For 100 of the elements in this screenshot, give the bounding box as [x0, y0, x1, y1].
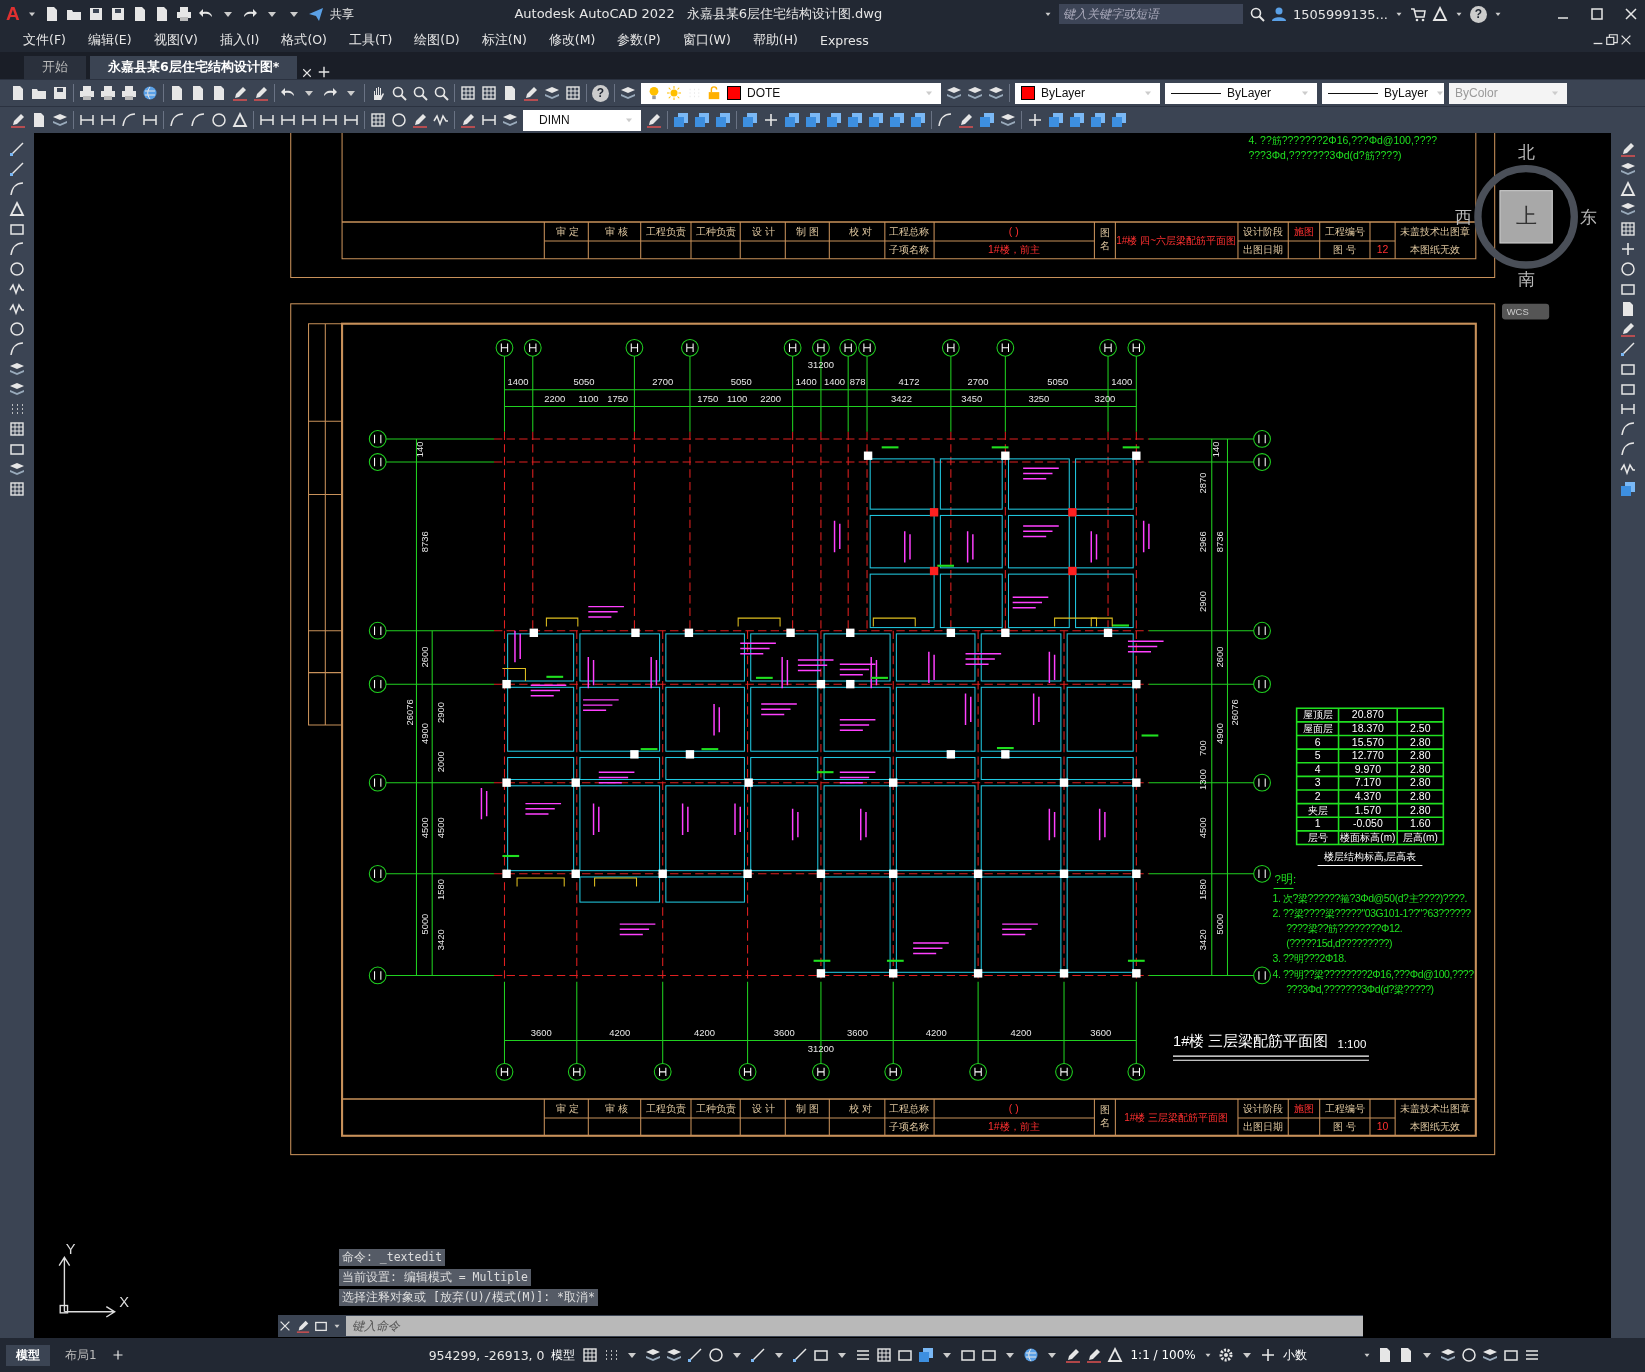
dimension-icon[interactable]	[343, 112, 359, 128]
layers-icon[interactable]	[52, 112, 68, 128]
line-icon[interactable]	[750, 1347, 767, 1363]
line-icon[interactable]	[9, 161, 25, 177]
pencil-icon[interactable]	[232, 85, 248, 101]
layers-icon[interactable]	[645, 1347, 662, 1363]
gear-icon[interactable]	[1217, 1347, 1234, 1363]
cube-icon[interactable]	[805, 112, 821, 128]
line-icon[interactable]	[1620, 341, 1636, 357]
linetype-dropdown[interactable]: ByLayer	[1165, 82, 1317, 104]
printer-icon[interactable]	[79, 85, 95, 101]
pencil-icon[interactable]	[646, 112, 662, 128]
rectangle-icon[interactable]	[1620, 361, 1636, 377]
layers-icon[interactable]	[9, 381, 25, 397]
rectangle-icon[interactable]	[9, 221, 25, 237]
menu-item[interactable]: 窗口(W)	[671, 31, 742, 49]
cart-icon[interactable]	[1410, 6, 1426, 22]
dimension-icon[interactable]	[301, 112, 317, 128]
menu-item[interactable]: 插入(I)	[208, 31, 271, 49]
grid-icon[interactable]	[582, 1347, 599, 1363]
grid-icon[interactable]	[565, 85, 581, 101]
arc-icon[interactable]	[9, 341, 25, 357]
cube-icon[interactable]	[784, 112, 800, 128]
wave-icon[interactable]	[1620, 461, 1636, 477]
pencil-icon[interactable]	[1086, 1347, 1103, 1363]
layers-icon[interactable]	[544, 85, 560, 101]
layers-icon[interactable]	[620, 85, 636, 101]
menu-item[interactable]: 文件(F)	[12, 31, 77, 49]
menu-item[interactable]: 绘图(D)	[403, 31, 471, 49]
rectangle-icon[interactable]	[813, 1347, 830, 1363]
document-tab[interactable]: 开始	[24, 56, 86, 79]
help-button[interactable]: ?	[592, 84, 609, 102]
maximize-icon[interactable]	[1589, 6, 1605, 22]
cube-icon[interactable]	[889, 112, 905, 128]
magnifier-icon[interactable]	[1248, 6, 1265, 22]
plus-icon[interactable]	[1259, 1347, 1276, 1363]
rectangle-icon[interactable]	[1620, 381, 1636, 397]
cube-icon[interactable]	[979, 112, 995, 128]
close-icon[interactable]	[1619, 33, 1633, 47]
dimension-icon[interactable]	[1620, 401, 1636, 417]
circle-icon[interactable]	[1460, 1347, 1477, 1363]
dimension-style-dropdown[interactable]: DIMN	[523, 109, 641, 131]
pencil-icon[interactable]	[1620, 321, 1636, 337]
plus-icon[interactable]	[1027, 112, 1043, 128]
cube-icon[interactable]	[1048, 112, 1064, 128]
pencil-icon[interactable]	[1620, 141, 1636, 157]
line-icon[interactable]	[9, 141, 25, 157]
cube-icon[interactable]	[918, 1347, 935, 1363]
dimension-icon[interactable]	[322, 112, 338, 128]
plus-icon[interactable]	[317, 65, 332, 79]
grid-icon[interactable]	[370, 112, 386, 128]
pencil-icon[interactable]	[460, 112, 476, 128]
menu-item[interactable]: 标注(N)	[470, 31, 538, 49]
plus-icon[interactable]	[111, 1349, 124, 1361]
document-icon[interactable]	[31, 112, 47, 128]
circle-icon[interactable]	[211, 112, 227, 128]
paper-plane-icon[interactable]	[307, 6, 324, 22]
triangle-icon[interactable]	[1107, 1347, 1124, 1363]
grid-icon[interactable]	[481, 85, 497, 101]
pencil-icon[interactable]	[10, 112, 26, 128]
document-tab[interactable]: 永嘉县某6层住宅结构设计图*	[90, 56, 298, 79]
layers-icon[interactable]	[9, 361, 25, 377]
arc-icon[interactable]	[121, 112, 137, 128]
arc-icon[interactable]	[169, 112, 185, 128]
dimension-icon[interactable]	[280, 112, 296, 128]
rectangle-icon[interactable]	[314, 1319, 328, 1333]
grid-icon[interactable]	[876, 1347, 893, 1363]
layers-icon[interactable]	[502, 112, 518, 128]
lineweight-dropdown[interactable]: ByLayer	[1322, 82, 1444, 104]
rectangle-icon[interactable]	[9, 441, 25, 457]
arc-icon[interactable]	[937, 112, 953, 128]
layer-dropdown[interactable]: DOTE	[641, 82, 941, 104]
cube-icon[interactable]	[694, 112, 710, 128]
plus-icon[interactable]	[1620, 241, 1636, 257]
layout-tab[interactable]: 模型	[6, 1344, 50, 1366]
menu-item[interactable]: 工具(T)	[337, 31, 404, 49]
triangle-icon[interactable]	[232, 112, 248, 128]
cube-icon[interactable]	[1620, 481, 1636, 497]
layout-tab[interactable]: 布局1	[55, 1344, 107, 1366]
layers-icon[interactable]	[967, 85, 983, 101]
user-name[interactable]: 1505999135...	[1292, 6, 1388, 22]
globe-icon[interactable]	[142, 85, 158, 101]
arc-icon[interactable]	[9, 241, 25, 257]
wave-icon[interactable]	[433, 112, 449, 128]
layers-icon[interactable]	[666, 1347, 683, 1363]
color-dropdown[interactable]: ByLayer	[1015, 82, 1160, 104]
user-icon[interactable]	[1270, 6, 1287, 22]
viewcube-ring[interactable]	[1474, 164, 1578, 269]
cube-icon[interactable]	[826, 112, 842, 128]
wave-icon[interactable]	[9, 301, 25, 317]
cube-icon[interactable]	[868, 112, 884, 128]
cube-icon[interactable]	[847, 112, 863, 128]
units-dropdown[interactable]: 小数	[1280, 1346, 1357, 1364]
layers-icon[interactable]	[1481, 1347, 1498, 1363]
grid-icon[interactable]	[1620, 221, 1636, 237]
model-space-button[interactable]: 模型	[549, 1346, 578, 1364]
layers-icon[interactable]	[1439, 1347, 1456, 1363]
close-icon[interactable]	[301, 67, 314, 79]
circle-icon[interactable]	[9, 321, 25, 337]
dimension-icon[interactable]	[259, 112, 275, 128]
